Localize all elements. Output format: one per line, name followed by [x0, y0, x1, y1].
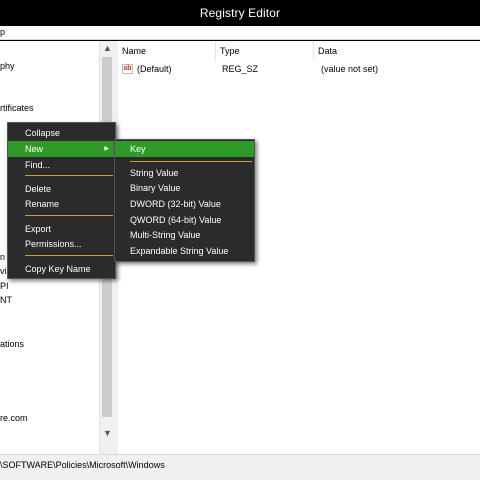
menu-item-collapse[interactable]: Collapse [8, 125, 115, 141]
menu-item-label: Collapse [25, 128, 61, 138]
value-name: (Default) [137, 64, 172, 74]
menu-item-label: Export [25, 224, 52, 234]
submenu-item-dword-value[interactable]: DWORD (32-bit) Value [115, 196, 254, 212]
column-header-name[interactable]: Name [118, 41, 216, 61]
menu-separator [25, 255, 113, 256]
menu-item-copy-key-name[interactable]: Copy Key Name [8, 261, 115, 277]
string-value-icon: ab [122, 64, 133, 74]
menu-item-label: Delete [25, 184, 52, 194]
menu-item-find[interactable]: Find... [8, 157, 115, 173]
menu-item-label: String Value [130, 168, 179, 178]
menu-separator [25, 215, 113, 216]
tree-node[interactable]: ations [0, 339, 24, 349]
submenu-item-key[interactable]: Key [115, 141, 254, 157]
submenu-item-qword-value[interactable]: QWORD (64-bit) Value [115, 212, 254, 228]
menu-item-label: Key [130, 144, 146, 154]
status-bar: \SOFTWARE\Policies\Microsoft\Windows [0, 454, 480, 480]
title-bar: Registry Editor [0, 0, 480, 26]
menu-item-new[interactable]: New ▶ [8, 141, 115, 157]
tree-node[interactable]: rtificates [0, 103, 34, 113]
column-header-type[interactable]: Type [216, 41, 314, 61]
menu-bar: p [0, 26, 480, 40]
menu-item-export[interactable]: Export [8, 221, 115, 237]
status-path: \SOFTWARE\Policies\Microsoft\Windows [0, 460, 165, 470]
tree-node[interactable]: vi [0, 266, 7, 276]
menu-separator [130, 161, 252, 162]
tree-node[interactable]: n [0, 252, 5, 262]
value-row-default[interactable]: ab (Default) REG_SZ (value not set) [118, 63, 480, 77]
submenu-item-multi-string-value[interactable]: Multi-String Value [115, 227, 254, 243]
menu-item-rename[interactable]: Rename [8, 196, 115, 212]
menu-item-label: Copy Key Name [25, 264, 91, 274]
scroll-down-arrow-icon[interactable]: ▼ [100, 426, 115, 440]
tree-node[interactable]: re.com [0, 413, 28, 423]
tree-node[interactable]: phy [0, 61, 15, 71]
menu-separator [25, 175, 113, 176]
menu-item-delete[interactable]: Delete [8, 181, 115, 197]
column-header-data[interactable]: Data [314, 41, 480, 61]
submenu-item-binary-value[interactable]: Binary Value [115, 180, 254, 196]
menu-item-label: New [25, 144, 44, 154]
context-menu: Collapse New ▶ Find... Delete Rename Expo… [7, 122, 116, 279]
menu-item-label: QWORD (64-bit) Value [130, 215, 222, 225]
tree-node[interactable]: NT [0, 295, 12, 305]
menu-item-label: Find... [25, 160, 51, 170]
menu-item-label: Multi-String Value [130, 230, 201, 240]
value-data: (value not set) [321, 64, 379, 74]
tree-node[interactable]: PI [0, 281, 9, 291]
submenu-item-string-value[interactable]: String Value [115, 165, 254, 181]
value-type: REG_SZ [222, 64, 259, 74]
menu-item-permissions[interactable]: Permissions... [8, 236, 115, 252]
menu-item-label: DWORD (32-bit) Value [130, 199, 221, 209]
menu-item-label: Permissions... [25, 239, 82, 249]
submenu-item-expandable-string-value[interactable]: Expandable String Value [115, 243, 254, 259]
window-title: Registry Editor [199, 6, 281, 20]
menu-item-help[interactable]: p [0, 27, 5, 37]
submenu-arrow-icon: ▶ [104, 146, 109, 152]
menu-item-label: Expandable String Value [130, 246, 229, 256]
menu-item-label: Binary Value [130, 183, 181, 193]
new-submenu: Key String Value Binary Value DWORD (32-… [114, 139, 255, 262]
scroll-up-arrow-icon[interactable]: ▲ [100, 41, 115, 55]
menu-item-label: Rename [25, 199, 60, 209]
